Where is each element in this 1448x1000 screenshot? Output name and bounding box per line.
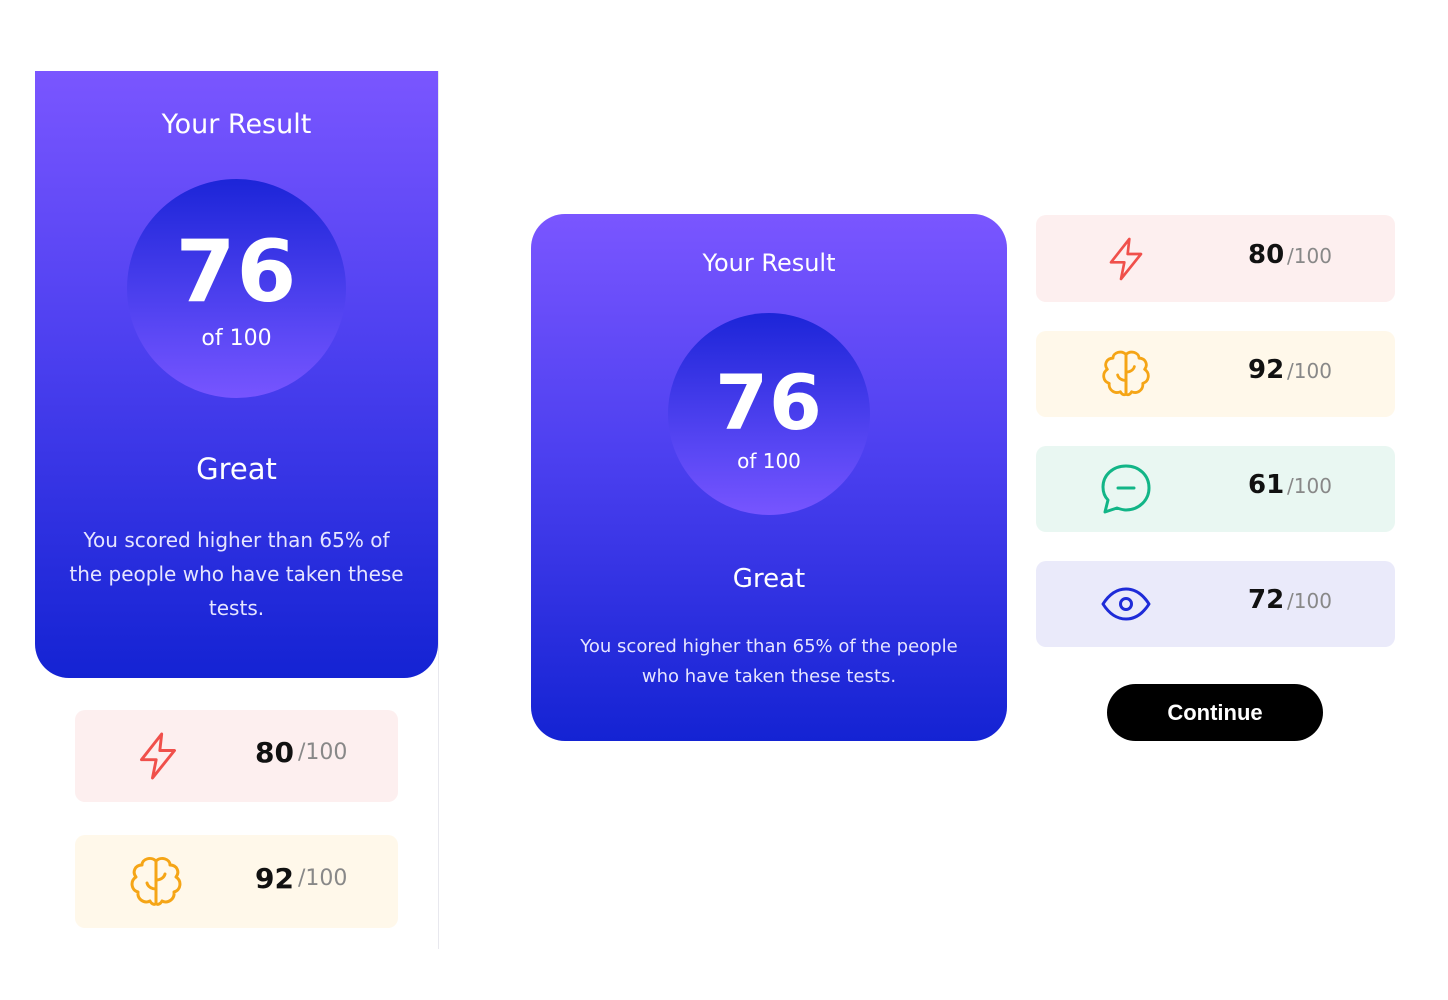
brain-icon [1098, 346, 1154, 402]
brain-icon [127, 853, 185, 911]
score-of-label: of 100 [737, 449, 801, 473]
desktop-result-card: Your Result 76 of 100 Great You scored h… [531, 214, 1007, 741]
score-value: 76 [175, 222, 298, 322]
stat-card-reaction: 80 /100 [1036, 215, 1395, 302]
stat-max: /100 [298, 866, 348, 891]
stat-card-verbal: 61 /100 [1036, 446, 1395, 532]
stat-max: /100 [1287, 474, 1332, 498]
stat-max: /100 [1287, 244, 1332, 268]
lightning-icon [133, 730, 183, 782]
result-title: Your Result [161, 109, 312, 140]
stat-card-visual: 72 /100 [1036, 561, 1395, 647]
stat-max: /100 [298, 740, 348, 765]
mobile-results-screen: Your Result 76 of 100 Great You scored h… [35, 71, 439, 949]
result-description: You scored higher than 65% of the people… [69, 528, 404, 620]
continue-button[interactable]: Continue [1107, 684, 1323, 741]
stat-value: 72 [1248, 585, 1285, 615]
score-value: 76 [715, 358, 823, 447]
lightning-icon [1102, 233, 1150, 285]
result-description: You scored higher than 65% of the people… [580, 636, 958, 687]
stat-value: 61 [1248, 470, 1285, 500]
eye-icon [1100, 582, 1152, 626]
result-grade: Great [196, 452, 277, 486]
stat-card-memory: 92 /100 [1036, 331, 1395, 417]
stat-value: 80 [1248, 240, 1285, 270]
score-of-label: of 100 [201, 326, 272, 351]
result-title: Your Result [702, 249, 836, 277]
stat-max: /100 [1287, 359, 1332, 383]
stat-value: 80 [255, 736, 294, 769]
stat-value: 92 [255, 862, 294, 895]
score-circle: 76 of 100 [127, 179, 346, 398]
score-circle: 76 of 100 [668, 313, 870, 515]
stat-card-reaction: 80 /100 [75, 710, 398, 802]
stat-card-memory: 92 /100 [75, 835, 398, 928]
result-grade: Great [732, 564, 806, 594]
stat-value: 92 [1248, 355, 1285, 385]
result-card: Your Result 76 of 100 Great You scored h… [35, 71, 438, 678]
stat-max: /100 [1287, 589, 1332, 613]
chat-bubble-icon [1098, 461, 1154, 517]
